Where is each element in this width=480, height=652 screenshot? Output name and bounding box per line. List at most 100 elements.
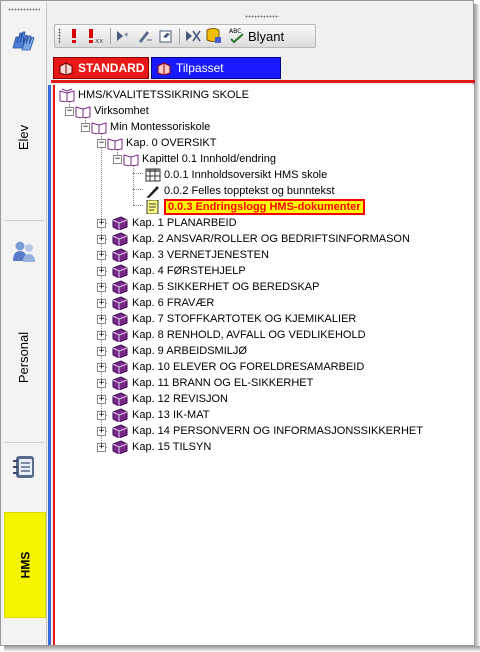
properties-icon <box>159 30 172 43</box>
blyant-label: Blyant <box>248 28 285 44</box>
nav-separator <box>4 442 44 443</box>
nav-tab-personal[interactable]: Personal <box>4 302 44 412</box>
tree-node-chapter[interactable]: Kap. 15 TILSYN <box>111 439 211 455</box>
pencil-icon <box>139 31 152 43</box>
tab-strip: STANDARD Tilpasset <box>51 55 475 80</box>
tree-node-chapter[interactable]: Kap. 9 ARBEIDSMILJØ <box>111 343 247 359</box>
expand-toggle[interactable]: + <box>97 379 106 388</box>
tree-node-chapter[interactable]: Kap. 13 IK-MAT <box>111 407 209 423</box>
database-button[interactable] <box>205 26 223 46</box>
expand-toggle[interactable]: + <box>97 251 106 260</box>
expand-toggle[interactable]: + <box>97 363 106 372</box>
users-icon[interactable] <box>10 237 38 265</box>
tree-node-label: Kap. 11 BRANN OG EL-SIKKERHET <box>132 377 314 389</box>
tree-node-chapter[interactable]: Kap. 7 STOFFKARTOTEK OG KJEMIKALIER <box>111 311 356 327</box>
tab-tilpasset[interactable]: Tilpasset <box>151 57 281 79</box>
play-star-icon: * <box>117 31 129 42</box>
tree-node-chapter[interactable]: Kap. 10 ELEVER OG FORELDRESAMARBEID <box>111 359 364 375</box>
edit-button[interactable] <box>136 26 154 46</box>
hands-icon[interactable] <box>10 28 38 56</box>
tab-standard[interactable]: STANDARD <box>53 57 149 79</box>
nav-tab-hms[interactable]: HMS <box>4 512 46 618</box>
tree-accent-bar <box>48 85 51 645</box>
expand-toggle[interactable]: + <box>97 299 106 308</box>
svg-text:xx: xx <box>95 37 103 44</box>
cancel-play-button[interactable] <box>184 26 202 46</box>
priority-high-button[interactable] <box>65 26 83 46</box>
nav-tab-elev[interactable]: Elev <box>4 97 44 177</box>
open-book-icon <box>91 122 107 134</box>
tree-node-label: Kap. 15 TILSYN <box>132 441 212 453</box>
expand-toggle[interactable]: + <box>97 427 106 436</box>
toolbar-grip[interactable] <box>245 15 279 18</box>
tree-node-label: 0.0.2 Felles topptekst og bunntekst <box>164 185 335 197</box>
tree-node-chapter[interactable]: Kap. 1 PLANARBEID <box>111 215 237 231</box>
closed-book-icon <box>112 392 128 406</box>
play-cancel-icon <box>186 30 201 42</box>
tree-view[interactable]: HMS/KVALITETSSIKRING SKOLE − Virksomhet … <box>53 85 474 645</box>
tree-node-label: Min Montessoriskole <box>110 121 211 133</box>
tree-node-label: 0.0.1 Innholdsoversikt HMS skole <box>164 169 328 181</box>
collapse-toggle[interactable]: − <box>65 107 74 116</box>
books-icon <box>157 62 171 75</box>
expand-toggle[interactable]: + <box>97 315 106 324</box>
tree-node-label: HMS/KVALITETSSIKRING SKOLE <box>78 89 249 101</box>
open-book-icon <box>75 106 91 118</box>
closed-book-icon <box>112 216 128 230</box>
expand-toggle[interactable]: + <box>97 395 106 404</box>
tree-node-label: Kap. 13 IK-MAT <box>132 409 210 421</box>
expand-toggle[interactable]: + <box>97 347 106 356</box>
exclamation-icon <box>72 29 76 43</box>
tree-node-chapter[interactable]: Kap. 3 VERNETJENESTEN <box>111 247 269 263</box>
expand-toggle[interactable]: + <box>97 411 106 420</box>
tree-connector <box>133 205 143 206</box>
tree-connector <box>133 163 134 205</box>
tree-node-chapter[interactable]: Kap. 4 FØRSTEHJELP <box>111 263 246 279</box>
properties-button[interactable] <box>157 26 175 46</box>
tree-node-label: Kap. 7 STOFFKARTOTEK OG KJEMIKALIER <box>132 313 357 325</box>
open-book-icon <box>123 154 139 166</box>
expand-toggle[interactable]: + <box>97 235 106 244</box>
tree-node-skole[interactable]: Min Montessoriskole <box>91 119 210 135</box>
expand-toggle[interactable]: + <box>97 331 106 340</box>
notebook-icon[interactable] <box>10 453 38 481</box>
toolbar-handle[interactable] <box>58 28 61 44</box>
tree-node-doc-0-0-3[interactable]: 0.0.3 Endringslogg HMS-dokumenter <box>145 199 365 215</box>
tree-node-label: Kap. 14 PERSONVERN OG INFORMASJONSSIKKER… <box>132 425 423 437</box>
tree-node-chapter[interactable]: Kap. 2 ANSVAR/ROLLER OG BEDRIFTSINFORMAS… <box>111 231 410 247</box>
tree-node-label: 0.0.3 Endringslogg HMS-dokumenter <box>164 199 365 215</box>
blyant-button[interactable]: ABC Blyant <box>228 26 284 46</box>
tree-node-chapter[interactable]: Kap. 14 PERSONVERN OG INFORMASJONSSIKKER… <box>111 423 423 439</box>
tree-node-root[interactable]: HMS/KVALITETSSIKRING SKOLE <box>59 87 249 103</box>
tree-node-chapter[interactable]: Kap. 11 BRANN OG EL-SIKKERHET <box>111 375 313 391</box>
tree-node-chapter[interactable]: Kap. 6 FRAVÆR <box>111 295 214 311</box>
expand-toggle[interactable]: + <box>97 443 106 452</box>
tree-node-label: Kap. 6 FRAVÆR <box>132 297 215 309</box>
tree-node-chapter[interactable]: Kap. 12 REVISJON <box>111 391 228 407</box>
note-icon <box>146 200 159 214</box>
collapse-toggle[interactable]: − <box>113 155 122 164</box>
spellcheck-icon: ABC <box>229 28 244 44</box>
tree-node-kapittel-0-1[interactable]: Kapittel 0.1 Innhold/endring <box>123 151 276 167</box>
tree-node-virksomhet[interactable]: Virksomhet <box>75 103 149 119</box>
tab-standard-label: STANDARD <box>78 61 145 75</box>
play-all-button[interactable]: * <box>115 26 133 46</box>
nav-grip[interactable] <box>8 8 40 11</box>
tree-node-chapter[interactable]: Kap. 5 SIKKERHET OG BEREDSKAP <box>111 279 319 295</box>
expand-toggle[interactable]: + <box>97 219 106 228</box>
collapse-toggle[interactable]: − <box>97 139 106 148</box>
database-icon <box>206 28 221 43</box>
svg-text:*: * <box>124 32 129 42</box>
closed-book-icon <box>112 376 128 390</box>
tree-node-doc-0-0-2[interactable]: 0.0.2 Felles topptekst og bunntekst <box>145 183 335 199</box>
nav-separator <box>4 220 44 221</box>
expand-toggle[interactable]: + <box>97 267 106 276</box>
tree-node-chapter[interactable]: Kap. 8 RENHOLD, AVFALL OG VEDLIKEHOLD <box>111 327 366 343</box>
expand-toggle[interactable]: + <box>97 283 106 292</box>
toolbar-separator <box>110 28 111 44</box>
closed-book-icon <box>112 296 128 310</box>
tree-node-kap0[interactable]: Kap. 0 OVERSIKT <box>107 135 216 151</box>
remove-priority-button[interactable]: xx <box>86 26 106 46</box>
collapse-toggle[interactable]: − <box>81 123 90 132</box>
tree-node-doc-0-0-1[interactable]: 0.0.1 Innholdsoversikt HMS skole <box>145 167 327 183</box>
